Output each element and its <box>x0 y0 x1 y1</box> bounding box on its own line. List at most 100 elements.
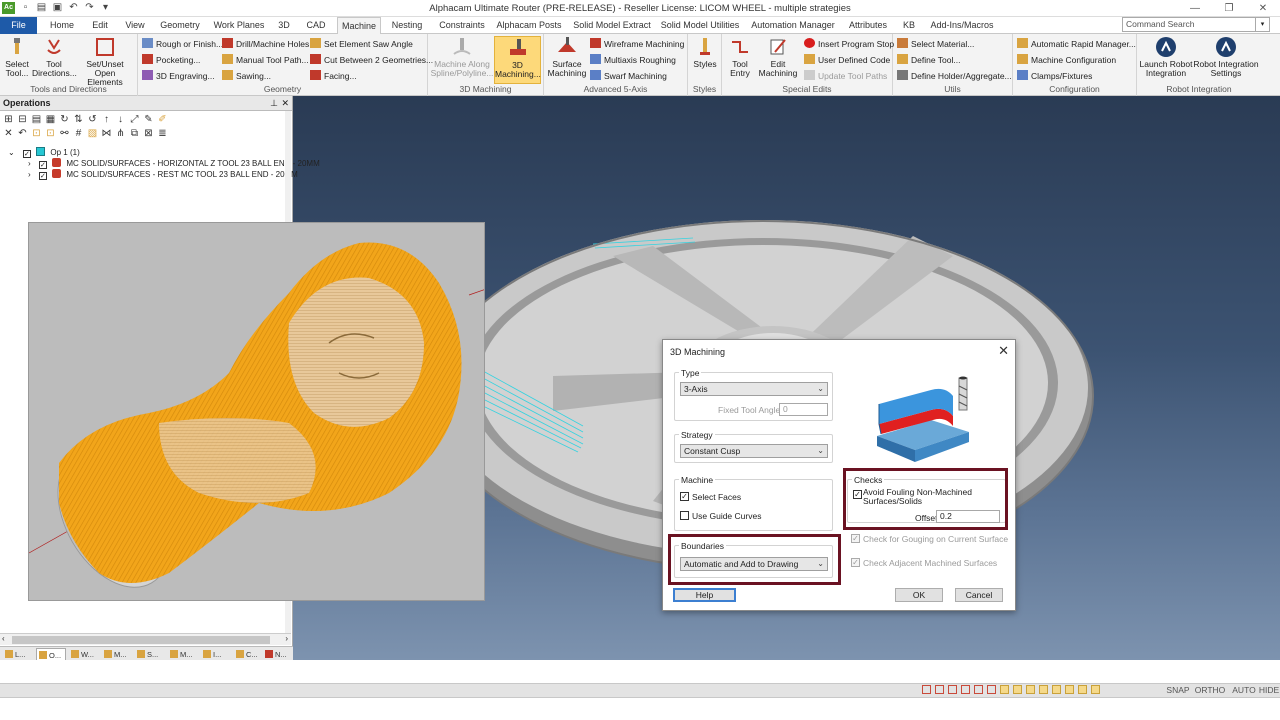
scrollbar-thumb[interactable] <box>12 636 270 644</box>
refresh-icon[interactable]: ↻ <box>59 114 70 125</box>
strategy-select[interactable]: Constant Cusp ⌄ <box>680 444 828 458</box>
tool-entry-button[interactable]: Tool Entry <box>724 36 756 78</box>
machining-3d-button[interactable]: 3D Machining... <box>494 36 541 84</box>
tab-constraints[interactable]: Constraints <box>434 17 490 34</box>
toolpath-checkbox[interactable]: ✓ <box>38 161 47 169</box>
tab-3d[interactable]: 3D <box>272 17 296 34</box>
tab-automation-manager[interactable]: Automation Manager <box>748 17 838 34</box>
pan-icon[interactable] <box>1078 685 1087 694</box>
set-unset-open-button[interactable]: Set/Unset Open Elements <box>76 36 134 87</box>
tab-view[interactable]: View <box>118 17 152 34</box>
wireframe-view-icon[interactable] <box>1013 685 1022 694</box>
auto-toggle[interactable]: AUTO <box>1228 685 1260 695</box>
machine-config-button[interactable]: Machine Configuration <box>1017 54 1116 66</box>
tab-attributes[interactable]: Attributes <box>844 17 892 34</box>
op-checkbox[interactable]: ✓ <box>22 150 31 158</box>
hide-toggle[interactable]: HIDE <box>1258 685 1280 695</box>
tab-geometry[interactable]: Geometry <box>156 17 204 34</box>
repeat-icon[interactable]: ↺ <box>87 114 98 125</box>
help-button[interactable]: Help <box>673 588 736 602</box>
tab-cad[interactable]: CAD <box>300 17 332 34</box>
tab-file[interactable]: File <box>0 17 37 34</box>
machine-along-button[interactable]: Machine Along Spline/Polyline... <box>430 36 494 78</box>
tab-machine[interactable]: Machine <box>337 17 381 35</box>
list-icon[interactable]: ▤ <box>31 114 42 125</box>
ok-button[interactable]: OK <box>895 588 943 602</box>
unlock-icon[interactable]: ⊡ <box>45 128 56 139</box>
cut-between-button[interactable]: Cut Between 2 Geometries... <box>310 54 433 66</box>
pin-icon[interactable]: ⊥ <box>270 96 278 110</box>
toolpath-item[interactable]: › ✓ MC SOLID/SURFACES - HORIZONTAL Z TOO… <box>28 158 320 169</box>
command-search-input[interactable]: Command Search <box>1122 17 1256 32</box>
tab-nesting[interactable]: Nesting <box>386 17 428 34</box>
multiaxis-roughing-button[interactable]: Multiaxis Roughing <box>590 54 676 66</box>
surface-machining-button[interactable]: Surface Machining <box>546 36 588 78</box>
auto-rapid-button[interactable]: Automatic Rapid Manager... <box>1017 38 1136 50</box>
command-search-dropdown-icon[interactable]: ▾ <box>1256 17 1270 32</box>
toolpath-item[interactable]: › ✓ MC SOLID/SURFACES - REST MC TOOL 23 … <box>28 169 298 180</box>
pocketing-button[interactable]: Pocketing... <box>142 54 200 66</box>
scroll-left-icon[interactable]: ‹ <box>2 634 5 643</box>
operations-horizontal-scrollbar[interactable]: ‹ › <box>0 633 291 645</box>
render-icon[interactable] <box>1039 685 1048 694</box>
expand-all-icon[interactable]: ⊞ <box>3 114 14 125</box>
sort-icon[interactable]: ⇅ <box>73 114 84 125</box>
hidden-line-icon[interactable] <box>1026 685 1035 694</box>
wireframe-machining-button[interactable]: Wireframe Machining <box>590 38 684 50</box>
tool-directions-button[interactable]: Tool Directions... <box>32 36 77 78</box>
facing-button[interactable]: Facing... <box>310 70 357 82</box>
tab-solid-model-extract[interactable]: Solid Model Extract <box>570 17 654 34</box>
binoculars-icon[interactable]: ⚯ <box>59 128 70 139</box>
expand-arrow-icon[interactable]: › <box>28 159 31 168</box>
update-toolpaths-button[interactable]: Update Tool Paths <box>804 70 887 82</box>
ortho-toggle[interactable]: ORTHO <box>1194 685 1226 695</box>
swarf-machining-button[interactable]: Swarf Machining <box>590 70 667 82</box>
sawing-button[interactable]: Sawing... <box>222 70 271 82</box>
define-tool-button[interactable]: Define Tool... <box>897 54 960 66</box>
tab-alphacam-posts[interactable]: Alphacam Posts <box>494 17 564 34</box>
stack-icon[interactable]: ≣ <box>157 128 168 139</box>
move-up-icon[interactable]: ↑ <box>101 114 112 125</box>
link-icon[interactable]: ⤢ <box>129 114 140 125</box>
grid-icon[interactable]: ▦ <box>45 114 56 125</box>
check-adjacent-checkbox[interactable]: ✓ <box>851 558 860 567</box>
view-right-icon[interactable] <box>961 685 970 694</box>
define-holder-button[interactable]: Define Holder/Aggregate... <box>897 70 1012 82</box>
engraving-3d-button[interactable]: 3D Engraving... <box>142 70 215 82</box>
minimize-button[interactable]: — <box>1178 0 1212 17</box>
move-down-icon[interactable]: ↓ <box>115 114 126 125</box>
drill-holes-button[interactable]: Drill/Machine Holes <box>222 38 309 50</box>
view-top-icon[interactable] <box>948 685 957 694</box>
copy-icon[interactable]: ⧉ <box>129 128 140 139</box>
rough-finish-button[interactable]: Rough or Finish... <box>142 38 223 50</box>
collapse-all-icon[interactable]: ⊟ <box>17 114 28 125</box>
set-saw-angle-button[interactable]: Set Element Saw Angle <box>310 38 413 50</box>
tab-home[interactable]: Home <box>42 17 82 34</box>
clamps-button[interactable]: Clamps/Fixtures <box>1017 70 1092 82</box>
tool-icon[interactable]: ✐ <box>157 114 168 125</box>
arrange-icon[interactable]: ⊠ <box>143 128 154 139</box>
fit-icon[interactable] <box>1065 685 1074 694</box>
user-code-button[interactable]: User Defined Code <box>804 54 890 66</box>
rotate-icon[interactable] <box>1091 685 1100 694</box>
view-front-icon[interactable] <box>935 685 944 694</box>
view-back-icon[interactable] <box>987 685 996 694</box>
use-guide-checkbox[interactable] <box>680 511 689 520</box>
restore-button[interactable]: ❐ <box>1212 0 1246 17</box>
view-iso-icon[interactable] <box>922 685 931 694</box>
group-icon[interactable]: ▧ <box>87 128 98 139</box>
snap-toggle[interactable]: SNAP <box>1162 685 1194 695</box>
view-left-icon[interactable] <box>974 685 983 694</box>
toolpath-checkbox[interactable]: ✓ <box>38 172 47 180</box>
select-material-button[interactable]: Select Material... <box>897 38 974 50</box>
manual-toolpath-button[interactable]: Manual Tool Path... <box>222 54 309 66</box>
zoom-icon[interactable] <box>1052 685 1061 694</box>
tab-edit[interactable]: Edit <box>84 17 116 34</box>
delete-icon[interactable]: ✕ <box>3 128 14 139</box>
fixed-angle-input[interactable]: 0 <box>779 403 828 416</box>
scroll-right-icon[interactable]: › <box>285 634 288 643</box>
tab-work-planes[interactable]: Work Planes <box>210 17 268 34</box>
select-tool-button[interactable]: Select Tool... <box>2 36 32 78</box>
operation-node[interactable]: ⌄ ✓ Op 1 (1) <box>8 147 80 158</box>
split-icon[interactable]: ⋔ <box>115 128 126 139</box>
